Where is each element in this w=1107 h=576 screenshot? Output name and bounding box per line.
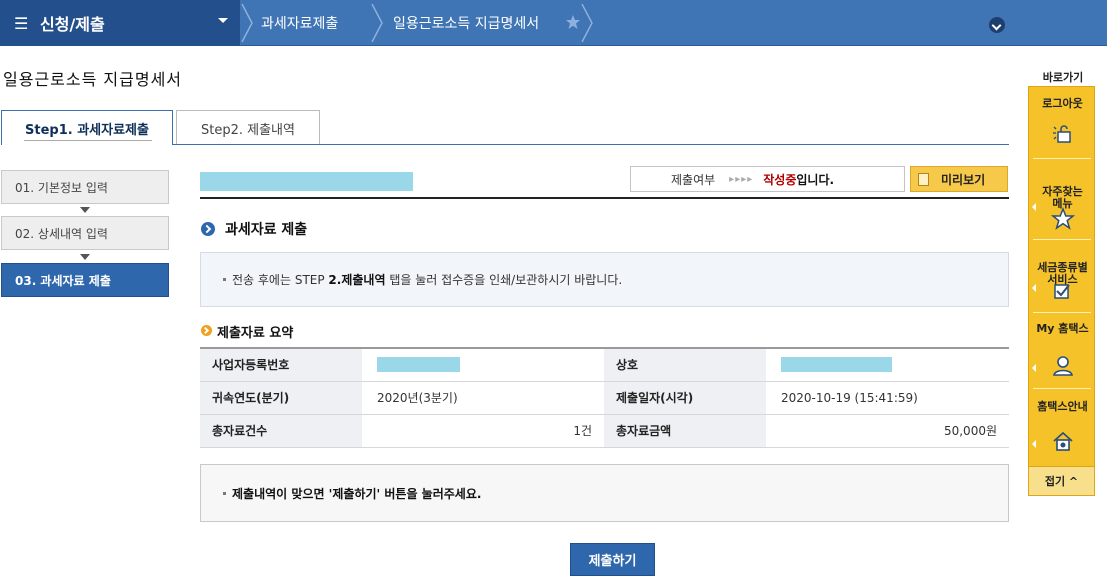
table-cell-redacted bbox=[362, 347, 604, 382]
table-header-cell: 총자료금액 bbox=[604, 413, 766, 448]
table-cell: 2020년(3분기) bbox=[362, 380, 604, 415]
notice-text: 전송 후에는 STEP 2.제출내역 탭을 눌러 접수증을 인쇄/보관하시기 바… bbox=[232, 271, 622, 288]
favorite-star-icon[interactable] bbox=[565, 14, 581, 30]
step-item-basic-info: 01. 기본정보 입력 bbox=[1, 170, 169, 204]
quick-item-tax-services[interactable]: 세금종류별 서비스 bbox=[1029, 250, 1096, 286]
table-header-cell: 총자료건수 bbox=[200, 413, 362, 448]
breadcrumb-separator-icon bbox=[581, 4, 593, 42]
breadcrumb-item-current[interactable]: 일용근로소득 지급명세서 bbox=[393, 0, 539, 46]
submit-button[interactable]: 제출하기 bbox=[570, 543, 655, 576]
step-item-submit: 03. 과세자료 제출 bbox=[1, 263, 169, 297]
top-nav-bar: ☰ 신청/제출 과세자료제출 일용근로소득 지급명세서 bbox=[0, 0, 1107, 46]
arrow-circle-icon bbox=[201, 222, 215, 236]
confirm-text: 제출내역이 맞으면 '제출하기' 버튼을 눌러주세요. bbox=[232, 486, 482, 501]
notice-box: 전송 후에는 STEP 2.제출내역 탭을 눌러 접수증을 인쇄/보관하시기 바… bbox=[200, 252, 1009, 307]
redacted-business-number bbox=[377, 357, 460, 373]
quick-item-label: My 홈택스 bbox=[1036, 322, 1089, 335]
tab-divider bbox=[173, 144, 1009, 145]
table-cell: 50,000원 bbox=[766, 413, 1009, 448]
preview-label: 미리보기 bbox=[941, 172, 986, 187]
quick-item-logout[interactable]: 로그아웃 bbox=[1029, 98, 1096, 110]
document-icon bbox=[918, 172, 929, 186]
redacted-company-name bbox=[781, 357, 892, 373]
quick-menu: 로그아웃 자주찾는 메뉴 세금종류별 서비스 My 홈택스 홈택스안내 bbox=[1028, 86, 1095, 496]
tab-underline bbox=[24, 140, 152, 141]
step-label: 01. 기본정보 입력 bbox=[15, 180, 108, 195]
bullet-icon bbox=[223, 278, 226, 281]
bullet-icon bbox=[223, 491, 226, 495]
breadcrumb-separator-icon bbox=[371, 4, 383, 42]
quick-item-favorites[interactable]: 자주찾는 메뉴 bbox=[1029, 174, 1096, 210]
submission-status: 제출여부 ▸▸▸▸ 작성중 입니다. bbox=[630, 166, 905, 192]
notice-text-post: 탭을 눌러 접수증을 인쇄/보관하시기 바랍니다. bbox=[385, 273, 623, 287]
status-value: 작성중 bbox=[763, 172, 797, 187]
table-header-cell: 제출일자(시각) bbox=[604, 380, 766, 415]
tab-step1-label: Step1. 과세자료제출 bbox=[25, 122, 149, 138]
quick-menu-collapse-button[interactable]: 접기 ^ bbox=[1028, 466, 1095, 496]
quick-separator bbox=[1033, 388, 1091, 389]
tab-step1[interactable]: Step1. 과세자료제출 bbox=[1, 110, 173, 145]
person-icon bbox=[1053, 356, 1073, 376]
section-title: 과세자료 제출 bbox=[225, 222, 308, 238]
step-label: 03. 과세자료 제출 bbox=[15, 273, 111, 288]
table-row: 사업자등록번호 상호 bbox=[200, 347, 1009, 382]
content-divider bbox=[200, 197, 1009, 199]
table-cell: 2020-10-19 (15:41:59) bbox=[766, 380, 1009, 415]
step-item-detail-input: 02. 상세내역 입력 bbox=[1, 216, 169, 250]
quick-separator bbox=[1033, 312, 1091, 313]
summary-title: 제출자료 요약 bbox=[217, 326, 294, 341]
notice-text-pre: 전송 후에는 STEP bbox=[232, 273, 329, 287]
tab-step2[interactable]: Step2. 제출내역 bbox=[176, 110, 320, 145]
arrow-left-icon bbox=[1032, 440, 1036, 448]
page-title: 일용근로소득 지급명세서 bbox=[3, 70, 183, 89]
status-suffix: 입니다. bbox=[796, 172, 835, 187]
table-header-cell: 상호 bbox=[604, 347, 766, 382]
lock-icon bbox=[1053, 125, 1071, 143]
quick-item-label: 로그아웃 bbox=[1042, 97, 1083, 110]
notice-text-bold: 2.제출내역 bbox=[328, 273, 386, 287]
status-label: 제출여부 bbox=[671, 172, 716, 187]
table-cell: 1건 bbox=[362, 413, 604, 448]
quick-item-hometax-guide[interactable]: 홈택스안내 bbox=[1029, 401, 1096, 413]
arrow-left-icon bbox=[1032, 203, 1036, 211]
arrow-circle-icon bbox=[201, 325, 212, 336]
arrow-left-icon bbox=[1032, 284, 1036, 292]
arrow-left-icon bbox=[1032, 364, 1036, 372]
arrow-down-icon bbox=[80, 207, 90, 213]
collapse-label: 접기 ^ bbox=[1044, 475, 1079, 488]
preview-button[interactable]: 미리보기 bbox=[910, 166, 1008, 192]
main-menu-button[interactable]: ☰ 신청/제출 bbox=[0, 0, 240, 46]
table-row: 총자료건수 1건 총자료금액 50,000원 bbox=[200, 413, 1009, 448]
table-cell-redacted bbox=[766, 347, 1009, 382]
quick-item-my-hometax[interactable]: My 홈택스 bbox=[1029, 323, 1096, 335]
hamburger-icon: ☰ bbox=[14, 13, 29, 33]
breadcrumb-item-tax-data[interactable]: 과세자료제출 bbox=[261, 0, 338, 46]
quick-separator bbox=[1033, 158, 1091, 159]
breadcrumb-separator-icon bbox=[241, 4, 253, 42]
house-info-icon bbox=[1053, 431, 1073, 451]
checkbox-icon bbox=[1054, 284, 1070, 299]
step-label: 02. 상세내역 입력 bbox=[15, 226, 108, 241]
summary-table: 사업자등록번호 상호 귀속연도(분기) 2020년(3분기) 제출일자(시각) … bbox=[200, 347, 1009, 448]
arrow-down-icon bbox=[80, 254, 90, 260]
caret-down-icon bbox=[218, 18, 228, 23]
tab-step2-label: Step2. 제출내역 bbox=[201, 122, 295, 138]
main-menu-title: 신청/제출 bbox=[40, 15, 105, 34]
chevron-down-icon[interactable] bbox=[989, 17, 1005, 33]
table-header-cell: 사업자등록번호 bbox=[200, 347, 362, 382]
redacted-business-name bbox=[200, 172, 413, 191]
star-icon bbox=[1051, 207, 1075, 230]
status-arrows-icon: ▸▸▸▸ bbox=[729, 173, 754, 185]
confirm-notice: 제출내역이 맞으면 '제출하기' 버튼을 눌러주세요. bbox=[200, 464, 1009, 522]
table-header-cell: 귀속연도(분기) bbox=[200, 380, 362, 415]
table-row: 귀속연도(분기) 2020년(3분기) 제출일자(시각) 2020-10-19 … bbox=[200, 380, 1009, 415]
quick-separator bbox=[1033, 239, 1091, 240]
quick-menu-title: 바로가기 bbox=[1042, 71, 1084, 84]
quick-item-label: 홈택스안내 bbox=[1037, 400, 1088, 413]
